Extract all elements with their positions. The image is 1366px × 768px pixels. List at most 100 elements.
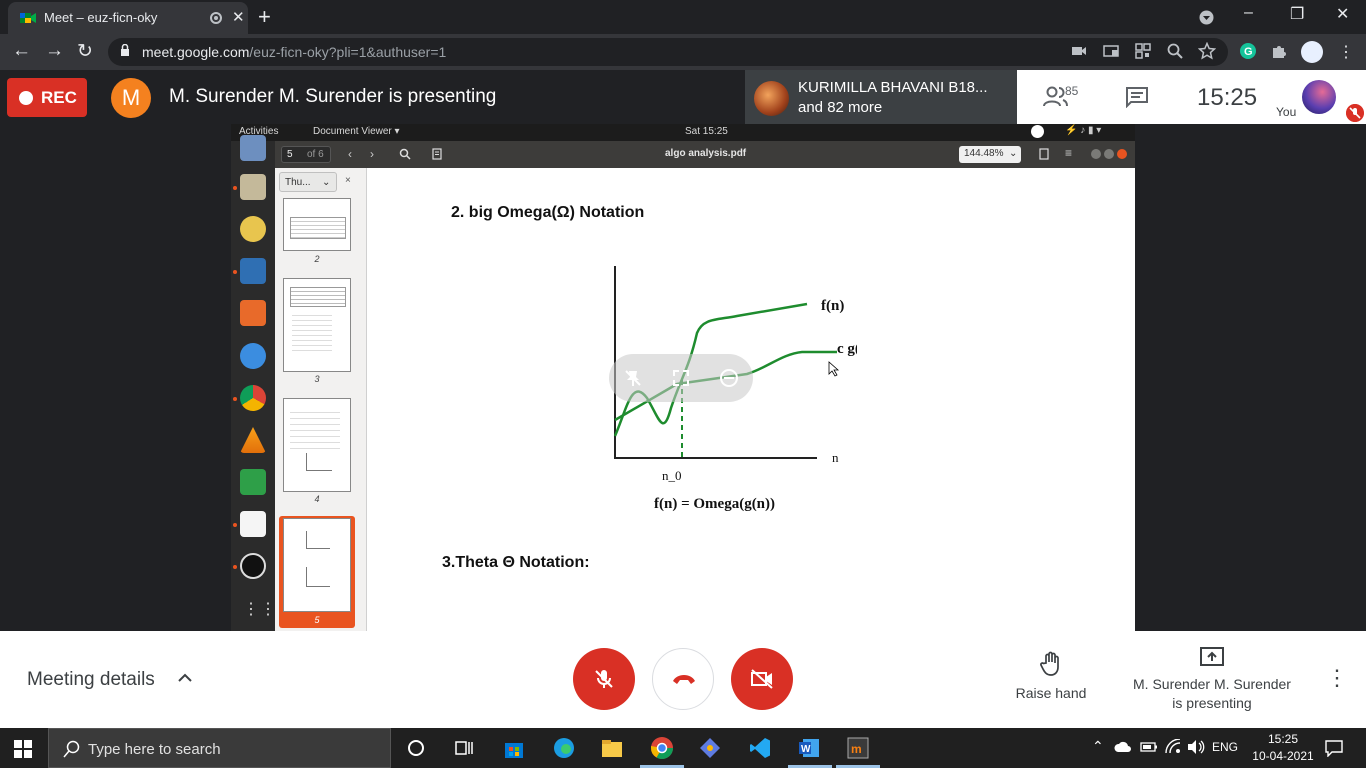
current-page: 5 xyxy=(287,149,293,160)
sidebar-mode-combo: Thu... ⌄ xyxy=(279,172,337,192)
svg-text:G: G xyxy=(1244,46,1253,58)
dock-running-dot xyxy=(233,565,237,569)
git-app-icon[interactable] xyxy=(698,736,722,760)
volume-icon[interactable] xyxy=(1186,739,1206,755)
maximize-button[interactable]: ❐ xyxy=(1290,4,1304,24)
shared-screen: Activities Document Viewer ▾ Sat 15:25 ⚡… xyxy=(231,124,1135,631)
bookmark-star-icon[interactable] xyxy=(1198,42,1216,60)
raise-hand-label: Raise hand xyxy=(1015,685,1087,701)
mouse-cursor-icon xyxy=(828,361,840,377)
battery-icon[interactable] xyxy=(1140,741,1158,753)
cast-icon[interactable] xyxy=(1102,42,1120,60)
tab-search-icon[interactable] xyxy=(1199,10,1214,25)
edge-icon[interactable] xyxy=(552,736,576,760)
page-number-box: 5 of 6 xyxy=(281,146,331,163)
profile-avatar[interactable] xyxy=(1301,41,1323,63)
url-host: meet.google.com xyxy=(142,44,250,60)
thumbnail-sidebar: Thu... ⌄ × 2 3 4 5 xyxy=(275,168,367,631)
present-label-line2: is presenting xyxy=(1172,695,1252,711)
page-thumbnail xyxy=(283,198,351,251)
forward-button[interactable]: → xyxy=(45,40,64,62)
save-icon xyxy=(1039,148,1049,160)
lock-icon xyxy=(121,44,129,56)
hand-icon xyxy=(1040,651,1059,676)
omega-formula: f(n) = Omega(g(n)) xyxy=(654,496,776,512)
camera-toggle-button[interactable] xyxy=(731,648,793,710)
leave-call-button[interactable] xyxy=(652,648,714,710)
close-window-button[interactable]: ✕ xyxy=(1336,4,1349,24)
window-min-icon xyxy=(1091,149,1101,159)
chat-icon[interactable] xyxy=(1125,86,1149,108)
vscode-icon[interactable] xyxy=(748,736,772,760)
meeting-details-button[interactable]: Meeting details xyxy=(27,669,155,691)
cortana-icon[interactable] xyxy=(404,736,428,760)
task-view-icon[interactable] xyxy=(452,736,476,760)
heading-theta: 3.Theta Θ Notation: xyxy=(442,554,590,571)
dock-document-viewer-icon xyxy=(240,511,266,537)
svg-text:W: W xyxy=(801,744,811,755)
zoom-value: 144.48% xyxy=(964,148,1004,159)
combo-chevron-icon: ⌄ xyxy=(322,177,331,188)
taskbar-time[interactable]: 15:25 xyxy=(1258,732,1308,746)
wifi-icon[interactable] xyxy=(1164,739,1182,755)
moodle-app-icon[interactable]: m xyxy=(846,736,870,760)
dock-calc-icon xyxy=(240,469,266,495)
pdf-page: 2. big Omega(Ω) Notation f(n) c g(n) n n… xyxy=(367,168,1135,631)
present-label-line1: M. Surender M. Surender xyxy=(1133,676,1291,692)
notifications-icon[interactable] xyxy=(1324,739,1344,757)
new-tab-button[interactable]: + xyxy=(258,4,271,30)
windows-taskbar: Type here to search W m ⌃ ENG 15:25 10-0… xyxy=(0,728,1366,768)
sidebar-close-icon: × xyxy=(345,175,351,186)
input-language[interactable]: ENG xyxy=(1212,740,1238,754)
window-close-icon xyxy=(1117,149,1127,159)
self-avatar[interactable] xyxy=(1302,80,1336,114)
screenshare-control-overlay xyxy=(609,354,753,402)
search-placeholder: Type here to search xyxy=(88,741,221,758)
heading-big-omega: 2. big Omega(Ω) Notation xyxy=(451,204,645,221)
meet-favicon-icon xyxy=(20,13,36,23)
label-f-n: f(n) xyxy=(821,298,844,314)
page-thumbnail xyxy=(283,278,351,372)
remove-icon xyxy=(720,369,738,387)
browser-menu-icon[interactable]: ⋮ xyxy=(1338,42,1354,62)
taskbar-date[interactable]: 10-04-2021 xyxy=(1248,749,1318,763)
presenting-title: M. Surender M. Surender is presenting xyxy=(169,86,497,107)
dock-software-icon xyxy=(240,300,266,326)
more-options-icon[interactable]: ⋮ xyxy=(1326,667,1348,689)
tab-close-icon[interactable]: ✕ xyxy=(232,8,245,26)
participant-count: 85 xyxy=(1065,84,1079,98)
address-bar[interactable]: meet.google.com/euz-ficn-oky?pli=1&authu… xyxy=(108,38,1228,66)
camera-in-use-icon[interactable] xyxy=(1070,42,1088,60)
meet-controls-bar: Meeting details Raise hand M. Surender M… xyxy=(0,631,1366,728)
active-speaker-tile[interactable]: KURIMILLA BHAVANI B18... and 82 more xyxy=(745,70,1017,124)
minimize-button[interactable]: – xyxy=(1244,4,1253,22)
search-icon xyxy=(63,740,80,758)
thumbnail-number: 4 xyxy=(314,494,320,504)
chevron-up-icon[interactable] xyxy=(176,669,194,687)
rec-label: REC xyxy=(41,88,77,107)
store-icon[interactable] xyxy=(502,736,526,760)
tab-title: Meet – euz-ficn-oky xyxy=(44,10,158,25)
taskbar-search-box[interactable]: Type here to search xyxy=(48,728,391,768)
back-button[interactable]: ← xyxy=(12,40,31,62)
microphone-toggle-button[interactable] xyxy=(573,648,635,710)
grammarly-extension-icon[interactable]: G xyxy=(1239,42,1257,60)
browser-tab-meet[interactable]: Meet – euz-ficn-oky ✕ xyxy=(8,2,248,34)
windows-start-icon[interactable] xyxy=(14,740,32,758)
you-label: You xyxy=(1276,105,1297,119)
zoom-selector: 144.48% ⌄ xyxy=(959,146,1021,163)
extensions-puzzle-icon[interactable] xyxy=(1270,42,1288,60)
zoom-icon[interactable] xyxy=(1166,42,1184,60)
speaker-avatar xyxy=(754,81,789,116)
speaker-more: and 82 more xyxy=(798,99,883,116)
reload-button[interactable]: ↻ xyxy=(77,40,93,63)
qr-code-icon[interactable] xyxy=(1134,42,1152,60)
dock-running-dot xyxy=(233,186,237,190)
chrome-icon[interactable] xyxy=(650,736,674,760)
onedrive-icon[interactable] xyxy=(1114,740,1132,754)
dock-running-dot xyxy=(233,397,237,401)
tray-chevron-icon[interactable]: ⌃ xyxy=(1092,738,1104,755)
word-icon[interactable]: W xyxy=(797,736,821,760)
file-explorer-icon[interactable] xyxy=(600,736,624,760)
present-screen-icon xyxy=(1200,647,1224,666)
